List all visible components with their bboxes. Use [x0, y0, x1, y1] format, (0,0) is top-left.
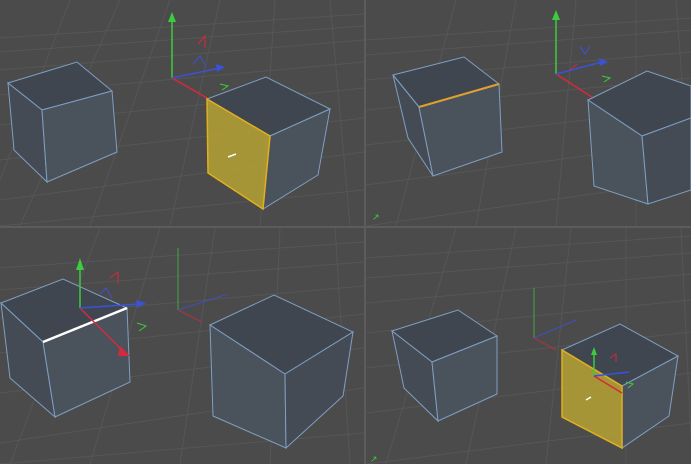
viewport-top-right-canvas[interactable]: ↗	[366, 0, 691, 226]
viewport-top-right[interactable]: ↗	[366, 0, 691, 226]
viewport-divider-vertical[interactable]	[364, 0, 366, 464]
editor-4-viewport-layout: ↗ ↗	[0, 0, 691, 464]
world-axis-indicator: ↗	[370, 455, 378, 464]
viewport-bottom-left-canvas[interactable]	[0, 228, 364, 464]
viewport-bottom-right-canvas[interactable]: ↗	[366, 228, 691, 464]
viewport-divider-horizontal[interactable]	[0, 226, 691, 228]
viewport-top-left-canvas[interactable]	[0, 0, 364, 226]
viewport-bottom-right[interactable]: ↗	[366, 228, 691, 464]
viewport-bottom-left[interactable]	[0, 228, 364, 464]
world-axis-indicator: ↗	[372, 213, 380, 223]
viewport-top-left[interactable]	[0, 0, 364, 226]
